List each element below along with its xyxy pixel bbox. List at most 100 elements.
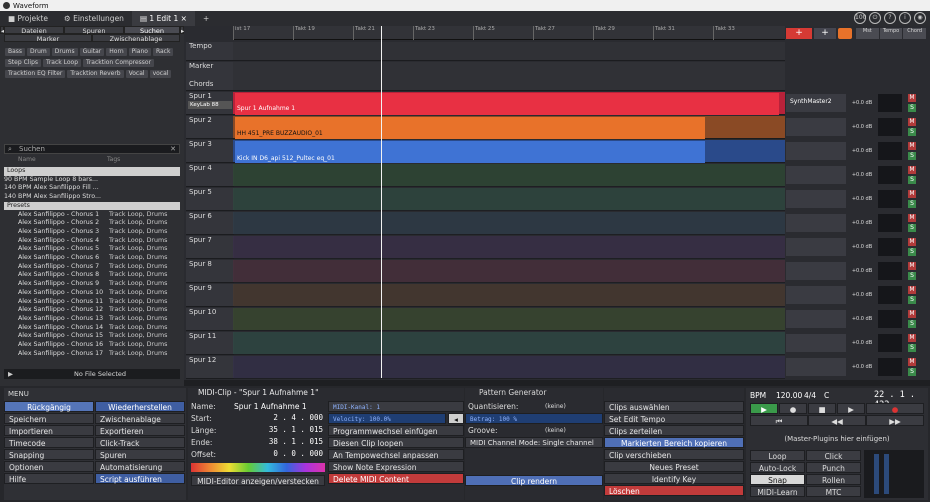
playhead[interactable] (381, 26, 382, 378)
time-signature[interactable]: 4/4 (804, 391, 816, 400)
group-header[interactable]: Loops (4, 167, 180, 176)
nav-search[interactable]: Suchen (124, 26, 180, 35)
list-item[interactable]: Alex Sanfilippo - Chorus 5 Track Loop, Dr… (4, 245, 180, 254)
track-header[interactable]: Marker (186, 62, 234, 81)
rewind-button[interactable]: ◀◀ (808, 415, 866, 426)
track-lane[interactable] (233, 188, 785, 211)
info-icon[interactable]: i (899, 12, 911, 24)
redo-button[interactable]: Wiederherstellen (95, 401, 185, 412)
tag-chip[interactable]: Guitar (79, 48, 105, 56)
add-track-button[interactable]: + (814, 28, 836, 39)
tab-settings[interactable]: ⚙ Einstellungen (56, 11, 132, 26)
list-item[interactable]: Alex Sanfilippo - Chorus 6 Track Loop, Dr… (4, 254, 180, 263)
track-header[interactable]: Chords (186, 80, 234, 91)
list-item[interactable]: Alex Sanfilippo - Chorus 3 Track Loop, Dr… (4, 228, 180, 237)
track-header[interactable]: Spur 2 (186, 116, 234, 139)
plugin-slot[interactable] (786, 262, 846, 280)
tab-projects[interactable]: ■ Projekte (0, 11, 56, 26)
track-lane[interactable] (233, 62, 785, 81)
menu-item[interactable]: Automatisierung (95, 461, 185, 472)
list-item[interactable]: Alex Sanfilippo - Chorus 2 Track Loop, Dr… (4, 219, 180, 228)
input-device[interactable]: KeyLab 88 (188, 101, 232, 109)
col-name[interactable]: Name (18, 156, 36, 163)
nav-files[interactable]: Dateien (4, 26, 64, 35)
transport-toggle[interactable]: Loop (750, 450, 805, 461)
menu-item[interactable]: Optionen (4, 461, 94, 472)
stop-button[interactable]: ■ (808, 403, 836, 414)
solo-button[interactable]: S (908, 152, 916, 160)
menu-item[interactable]: Spuren (95, 449, 185, 460)
transport-toggle[interactable]: Punch (806, 462, 861, 473)
mute-button[interactable]: M (908, 358, 916, 366)
search-input[interactable]: ⌕ Suchen ✕ (4, 144, 180, 154)
dashboard-icon[interactable]: ◉ (914, 12, 926, 24)
plugin-slot[interactable] (786, 118, 846, 136)
track-header[interactable]: Spur 11 (186, 332, 234, 355)
record-red-button[interactable]: ● (866, 403, 924, 414)
tag-chip[interactable]: Horn (106, 48, 127, 56)
record-arm-icon[interactable] (838, 28, 852, 39)
menu-item[interactable]: Snapping (4, 449, 94, 460)
end-field[interactable]: 38 . 1 . 015 (248, 437, 323, 446)
mute-button[interactable]: M (908, 238, 916, 246)
list-item[interactable]: Alex Sanfilippo - Chorus 17 Track Loop, D… (4, 350, 180, 359)
transport-toggle[interactable]: Snap (750, 474, 805, 485)
tab-edit[interactable]: ▤ 1 Edit 1 × (131, 11, 195, 26)
bpm-value[interactable]: 120.00 (776, 391, 802, 400)
solo-button[interactable]: S (908, 104, 916, 112)
plugin-slot[interactable] (786, 286, 846, 304)
menu-item[interactable]: Exportieren (95, 425, 185, 436)
tag-chip[interactable]: Drum (27, 48, 50, 56)
clip-action[interactable]: Show Note Expression (328, 461, 464, 472)
track-lane[interactable] (233, 212, 785, 235)
tempo-toggle[interactable]: Tempo (879, 28, 903, 39)
track-header[interactable]: Spur 10 (186, 308, 234, 331)
clip-action[interactable]: An Tempowechsel anpassen (328, 449, 464, 460)
nav-marker[interactable]: Marker (4, 34, 92, 43)
tag-chip[interactable]: Tracktion Reverb (67, 70, 124, 78)
velocity-slider[interactable]: Velocity: 100.0% (328, 413, 446, 424)
list-item[interactable]: 90 BPM Sample Loop 8 bars... (4, 176, 180, 185)
mute-button[interactable]: M (908, 214, 916, 222)
mute-button[interactable]: M (908, 262, 916, 270)
pattern-item[interactable]: Löschen (604, 485, 744, 496)
menu-item[interactable]: Script ausführen (95, 473, 185, 484)
plugin-slot[interactable] (786, 310, 846, 328)
list-item[interactable]: Alex Sanfilippo - Chorus 15 Track Loop, D… (4, 332, 180, 341)
track-header[interactable]: Spur 7 (186, 236, 234, 259)
tag-chip[interactable]: Step Clips (5, 59, 42, 67)
amount-slider[interactable]: Betrag: 100 % (465, 413, 603, 424)
menu-item[interactable]: Click-Track (95, 437, 185, 448)
menu-item[interactable]: Importieren (4, 425, 94, 436)
solo-button[interactable]: S (908, 128, 916, 136)
offset-field[interactable]: 0 . 0 . 000 (248, 449, 323, 458)
list-item[interactable]: Alex Sanfilippo - Chorus 13 Track Loop, D… (4, 315, 180, 324)
chord-toggle[interactable]: Chord (903, 28, 927, 39)
track-header[interactable]: Spur 12 (186, 356, 234, 379)
clip-action[interactable]: Delete MIDI Content (328, 473, 464, 484)
track-header[interactable]: Spur 8 (186, 260, 234, 283)
clip-spur1[interactable]: Spur 1 Aufnahme 1 (235, 93, 779, 115)
track-lane[interactable] (233, 80, 785, 91)
pattern-item[interactable]: Clip verschieben (604, 449, 744, 460)
track-lane[interactable] (233, 308, 785, 331)
plugin-slot[interactable] (786, 334, 846, 352)
track-lane[interactable] (233, 236, 785, 259)
track-lane[interactable] (233, 284, 785, 307)
timeline-ruler[interactable]: ist 17 Takt 19 Takt 21 Takt 23 Takt 25 Takt 2… (233, 26, 785, 40)
help-icon[interactable]: ? (884, 12, 896, 24)
track-header[interactable]: Spur 9 (186, 284, 234, 307)
list-item[interactable]: Alex Sanfilippo - Chorus 7 Track Loop, Dr… (4, 263, 180, 272)
pattern-item[interactable]: Clips zerteilen (604, 425, 744, 436)
tag-chip[interactable]: Piano (128, 48, 151, 56)
list-item[interactable]: Alex Sanfilippo - Chorus 1 Track Loop, Dr… (4, 211, 180, 220)
undo-button[interactable]: Rückgängig (4, 401, 94, 412)
nav-tracks[interactable]: Spuren (64, 26, 124, 35)
pattern-item[interactable]: Neues Preset (604, 461, 744, 472)
mute-button[interactable]: M (908, 94, 916, 102)
transport-toggle[interactable]: Rollen (806, 474, 861, 485)
clip-action[interactable]: Diesen Clip loopen (328, 437, 464, 448)
list-item[interactable]: Alex Sanfilippo - Chorus 12 Track Loop, D… (4, 306, 180, 315)
quantise-value[interactable]: (keine) (545, 401, 566, 412)
track-header[interactable]: Spur 6 (186, 212, 234, 235)
